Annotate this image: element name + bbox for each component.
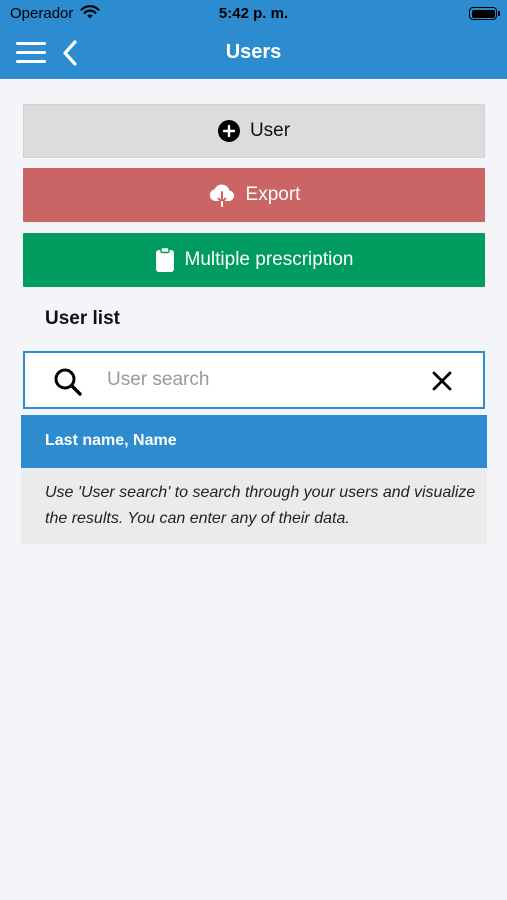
export-label: Export [245, 184, 301, 205]
add-user-label: User [249, 120, 291, 141]
export-button[interactable]: Export [23, 168, 485, 222]
clipboard-icon [155, 247, 175, 273]
page-title: Users [225, 41, 282, 63]
status-time: 5:42 p. m. [218, 5, 289, 22]
user-search-input[interactable] [107, 363, 407, 397]
user-list-title: User list [45, 308, 120, 329]
cloud-download-icon [208, 183, 236, 207]
search-bar [23, 351, 485, 409]
list-column-header: Last name, Name [21, 415, 487, 468]
multiple-prescription-label: Multiple prescription [184, 249, 354, 270]
add-circle-icon [217, 120, 240, 142]
battery-icon [469, 7, 500, 20]
search-icon[interactable] [53, 367, 83, 402]
empty-list-message: Use 'User search' to search through your… [21, 468, 487, 544]
navigation-bar: Users [0, 28, 507, 79]
multiple-prescription-button[interactable]: Multiple prescription [23, 233, 485, 287]
add-user-button[interactable]: User [23, 104, 485, 158]
clear-icon[interactable] [431, 370, 453, 397]
status-bar: Operador 5:42 p. m. [0, 0, 507, 28]
